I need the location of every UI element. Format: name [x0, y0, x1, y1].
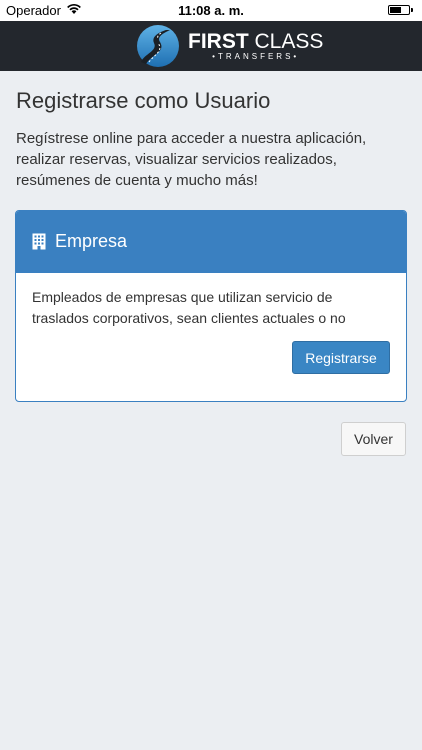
panel-description: Empleados de empresas que utilizan servi…: [32, 289, 346, 326]
intro-text: Regístrese online para acceder a nuestra…: [16, 130, 367, 189]
logo-brand-bold: FIRST: [188, 30, 249, 53]
panel-title: Empresa: [55, 231, 128, 251]
page-title: Registrarse como Usuario: [16, 88, 271, 113]
battery-level: [390, 7, 401, 13]
panel-heading: Empresa: [16, 211, 406, 273]
empresa-panel: Empresa Empleados de empresas que utiliz…: [15, 210, 407, 402]
logo-tagline: •TRANSFERS•: [212, 52, 300, 61]
building-icon: [32, 233, 46, 250]
logo: FIRST CLASS •TRANSFERS•: [188, 30, 324, 62]
logo-brand: FIRST CLASS: [188, 30, 324, 53]
back-button[interactable]: Volver: [341, 422, 406, 456]
status-bar: Operador 11:08 a. m.: [0, 0, 422, 21]
logo-brand-light: CLASS: [254, 30, 324, 53]
clock: 11:08 a. m.: [178, 3, 244, 18]
app-header: FIRST CLASS •TRANSFERS•: [0, 21, 422, 71]
logo-road-icon: [137, 25, 179, 67]
battery-icon: [388, 5, 413, 15]
register-button[interactable]: Registrarse: [292, 341, 390, 374]
